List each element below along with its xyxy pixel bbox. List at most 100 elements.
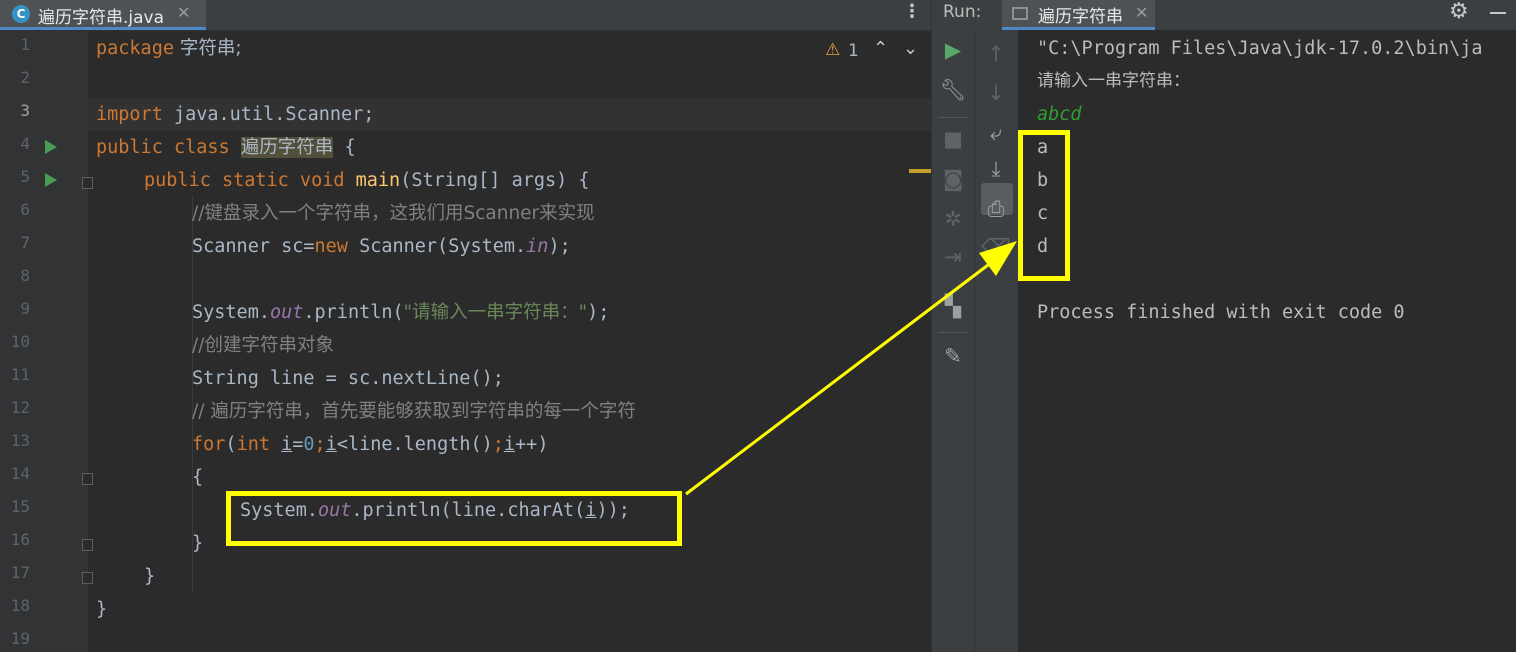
brace: } xyxy=(96,599,108,620)
next-highlight-icon[interactable]: ⌄ xyxy=(903,38,918,59)
run-header: Run: 遍历字符串 ✕ ⚙ xyxy=(932,0,1516,30)
line-number: 1 xyxy=(20,35,30,54)
line-number: 11 xyxy=(10,365,30,384)
soft-wrap-icon[interactable]: ⤶ xyxy=(975,121,1017,146)
code-text: ( xyxy=(225,434,237,455)
loop-variable: i xyxy=(325,434,337,455)
code-text: System. xyxy=(192,302,270,323)
login-icon[interactable]: ⇥ xyxy=(932,245,974,269)
line-number: 5 xyxy=(20,167,30,186)
console-toolbar: ↑ ↓ ⤶ ⤓ ⎙ ⌫ xyxy=(974,30,1018,652)
code-text: .println( xyxy=(303,302,404,323)
close-icon[interactable]: ✕ xyxy=(177,3,190,22)
static-field: out xyxy=(269,302,304,323)
settings-debug-icon[interactable]: ✲ xyxy=(932,207,974,231)
print-icon[interactable]: ⎙ xyxy=(975,197,1017,222)
keyword: import xyxy=(96,104,163,125)
code-line-7: Scanner sc=new Scanner(System.in); xyxy=(192,230,571,263)
code-text: Scanner sc= xyxy=(192,236,315,257)
stop-icon[interactable]: ■ xyxy=(932,127,974,151)
run-label: Run: xyxy=(943,2,982,22)
package-name: 字符串; xyxy=(173,38,242,59)
code-line-18: } xyxy=(96,593,107,626)
keyword: package xyxy=(96,38,174,59)
line-number: 16 xyxy=(10,530,30,549)
gear-icon[interactable]: ⚙ xyxy=(1449,0,1469,24)
console-output[interactable]: "C:\Program Files\Java\jdk-17.0.2\bin\ja… xyxy=(1018,30,1516,652)
trash-icon[interactable]: ⌫ xyxy=(975,235,1017,259)
pin-icon[interactable]: ✎ xyxy=(932,344,974,368)
class-name: 遍历字符串 xyxy=(240,137,334,158)
line-number: 10 xyxy=(10,332,30,351)
code-line-6: //键盘录入一个字符串，这我们用Scanner来实现 xyxy=(192,197,595,230)
up-arrow-icon[interactable]: ↑ xyxy=(975,42,1017,66)
scroll-to-end-icon[interactable]: ⤓ xyxy=(975,157,1017,182)
loop-variable: i xyxy=(281,434,293,455)
code-line-5: public static void main(String[] args) { xyxy=(144,164,590,197)
comment: //键盘录入一个字符串，这我们用Scanner来实现 xyxy=(192,203,595,224)
console-icon xyxy=(1012,7,1028,20)
code-text: ++) xyxy=(515,434,549,455)
string-literal: "请输入一串字符串：" xyxy=(403,302,588,323)
layout-icon[interactable]: ▚ xyxy=(932,294,974,318)
minimize-icon[interactable] xyxy=(1490,12,1506,14)
console-command-line: "C:\Program Files\Java\jdk-17.0.2\bin\ja xyxy=(1037,38,1483,59)
close-icon[interactable]: ✕ xyxy=(1135,3,1148,22)
annotation-box-output xyxy=(1018,130,1070,281)
line-number: 12 xyxy=(10,398,30,417)
error-stripe-marker[interactable] xyxy=(909,169,931,173)
comment: // 遍历字符串，首先要能够获取到字符串的每一个字符 xyxy=(192,401,636,422)
line-number: 2 xyxy=(20,68,30,87)
code-line-13: for(int i=0;i<line.length();i++) xyxy=(192,428,548,461)
keyword: new xyxy=(314,236,348,257)
divider xyxy=(938,117,968,118)
run-class-icon[interactable] xyxy=(45,140,57,154)
editor-tab-bar: C 遍历字符串.java ✕ ⋮ xyxy=(0,0,931,31)
camera-icon[interactable]: ◙ xyxy=(932,167,974,191)
code-area[interactable]: package 字符串; import java.util.Scanner; p… xyxy=(88,30,931,652)
wrench-icon[interactable]: 🔧︎ xyxy=(932,78,974,103)
run-main-icon[interactable] xyxy=(45,173,57,187)
line-number: 8 xyxy=(20,266,30,285)
warning-icon[interactable]: ⚠ xyxy=(825,40,840,60)
code-line-14: { xyxy=(192,461,203,494)
code-line-10: //创建字符串对象 xyxy=(192,329,334,362)
keyword: for xyxy=(192,434,226,455)
number-literal: 0 xyxy=(303,434,315,455)
line-number: 19 xyxy=(10,629,30,648)
down-arrow-icon[interactable]: ↓ xyxy=(975,81,1017,105)
keyword: public class xyxy=(96,137,230,158)
more-options-icon[interactable]: ⋮ xyxy=(903,2,921,22)
line-gutter: 1 2 3 4 5 6 7 8 9 10 11 12 13 14 15 16 1… xyxy=(0,30,93,652)
line-number: 18 xyxy=(10,596,30,615)
annotation-box-code xyxy=(226,491,682,546)
warning-count[interactable]: 1 xyxy=(848,41,859,61)
code-text: Scanner(System. xyxy=(347,236,527,257)
code-text: ); xyxy=(548,236,571,257)
rerun-icon[interactable]: ▶ xyxy=(932,38,974,62)
semicolon: ; xyxy=(314,434,326,455)
brace: } xyxy=(144,566,156,587)
brace: { xyxy=(192,467,204,488)
line-number: 3 xyxy=(20,101,30,120)
console-user-input: abcd xyxy=(1037,104,1082,125)
code-text: <line.length() xyxy=(336,434,493,455)
file-tab[interactable]: C 遍历字符串.java ✕ xyxy=(0,0,206,30)
previous-highlight-icon[interactable]: ⌃ xyxy=(873,38,888,59)
method-name: main xyxy=(355,170,401,191)
code-text: = xyxy=(292,434,304,455)
loop-variable: i xyxy=(503,434,516,455)
console-exit-message: Process finished with exit code 0 xyxy=(1037,302,1405,323)
code-editor[interactable]: C 遍历字符串.java ✕ ⋮ 1 2 3 4 5 6 7 8 9 10 11… xyxy=(0,0,931,652)
import-path: java.util.Scanner; xyxy=(162,104,375,125)
line-number: 7 xyxy=(20,233,30,252)
code-line-11: String line = sc.nextLine(); xyxy=(192,362,504,395)
run-toolbar: ▶ 🔧︎ ■ ◙ ✲ ⇥ ▚ ✎ xyxy=(932,30,974,652)
keyword: public static void xyxy=(144,170,345,191)
run-config-tab[interactable]: 遍历字符串 ✕ xyxy=(1002,0,1155,30)
line-number: 13 xyxy=(10,431,30,450)
brace: } xyxy=(192,533,204,554)
code-line-4: public class 遍历字符串 { xyxy=(96,131,356,164)
semicolon: ; xyxy=(492,434,504,455)
